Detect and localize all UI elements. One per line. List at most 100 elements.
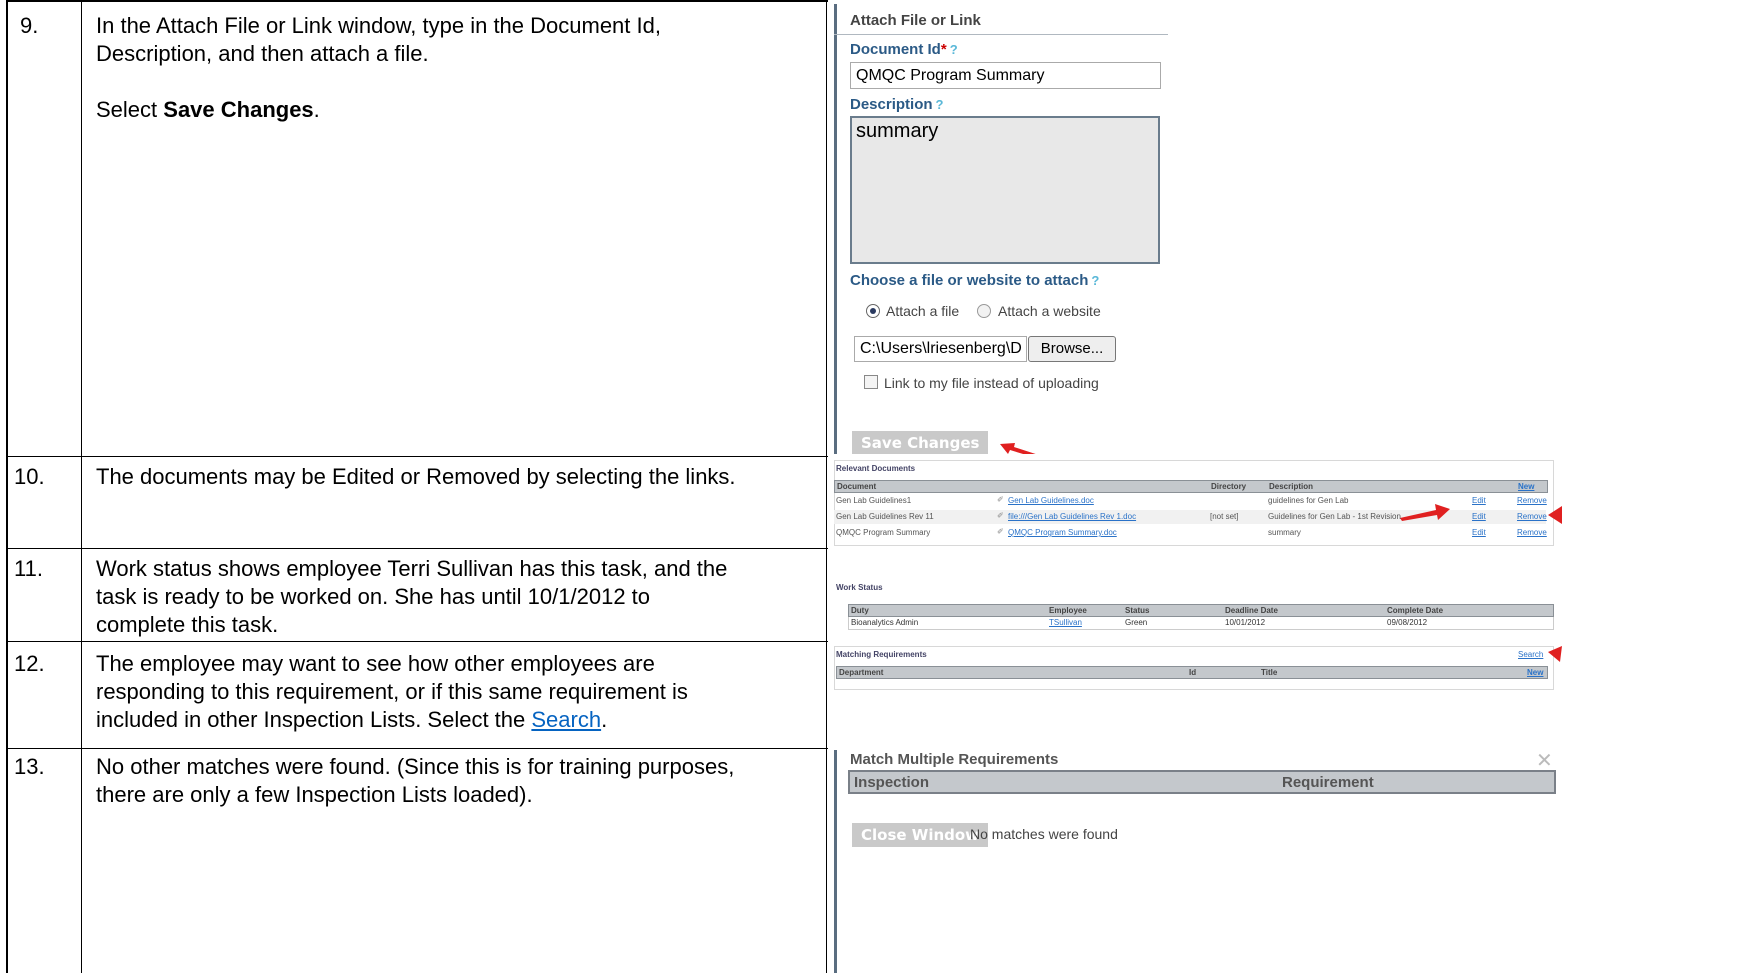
col-title: Title [1261,668,1278,677]
cell-description: Guidelines for Gen Lab - 1st Revision [1268,512,1401,521]
col-deadline: Deadline Date [1225,606,1278,615]
search-link[interactable]: Search [531,707,601,732]
search-link[interactable]: Search [1518,650,1543,659]
paperclip-icon: ✐ [997,495,1004,504]
col-description: Description [1269,482,1314,491]
cell-status: Green [1125,618,1148,627]
radio-file-label: Attach a file [886,303,960,319]
remove-link[interactable]: Remove [1517,528,1547,537]
no-matches-text: No matches were found [970,826,1118,842]
edit-link[interactable]: Edit [1472,512,1486,521]
text-part: Select [96,97,164,122]
col-status: Status [1125,606,1150,615]
file-path-input[interactable]: C:\Users\lriesenberg\D [854,336,1027,362]
cell-document: QMQC Program Summary [836,528,931,537]
file-link[interactable]: file:///Gen Lab Guidelines Rev 1.doc [1008,512,1136,521]
cell-deadline: 10/01/2012 [1225,618,1266,627]
col-requirement: Requirement [1282,774,1374,791]
text-line: included in other Inspection Lists. Sele… [96,706,816,734]
relevant-documents-panel: Relevant Documents Document Directory De… [834,460,1760,546]
panel-title: Work Status [836,583,883,592]
text-part: . [313,97,320,122]
save-changes-button[interactable]: Save Changes [852,431,989,454]
edit-link[interactable]: Edit [1472,528,1486,537]
arrow-icon [1548,646,1562,662]
cell-complete: 09/08/2012 [1387,618,1428,627]
link-checkbox-label: Link to my file instead of uploading [884,375,1099,391]
arrow-icon [1000,443,1036,454]
window-title: Match Multiple Requirements [850,751,1059,768]
step-number: 10. [14,464,45,489]
doc-id-label: Document Id*? [850,41,958,58]
step-text: The documents may be Edited or Removed b… [96,464,736,489]
text-line: complete this task. [96,612,279,637]
panel-title: Matching Requirements [836,650,927,659]
radio-attach-file[interactable] [866,304,880,318]
work-status-panel: Work Status Duty Employee Status Deadlin… [834,580,1760,638]
cell-directory: [not set] [1210,512,1239,521]
table-header: Inspection Requirement [848,770,1556,794]
remove-link[interactable]: Remove [1517,512,1547,521]
match-multiple-requirements-window: Match Multiple Requirements ✕ Inspection… [834,750,1760,973]
col-employee: Employee [1049,606,1087,615]
step-number: 12. [14,651,45,676]
required-mark: * [940,41,947,58]
text-line: Description, and then attach a file. [96,41,429,66]
file-link[interactable]: Gen Lab Guidelines.doc [1008,496,1094,505]
text-line: responding to this requirement, or if th… [96,679,688,704]
doc-id-input[interactable]: QMQC Program Summary [850,62,1161,89]
text-part: included in other Inspection Lists. Sele… [96,707,532,732]
text-line: No other matches were found. (Since this… [96,754,735,779]
step-number: 11. [14,556,43,581]
col-complete: Complete Date [1387,606,1444,615]
step-number: 9. [20,13,39,38]
file-link[interactable]: QMQC Program Summary.doc [1008,528,1117,537]
remove-link[interactable]: Remove [1517,496,1547,505]
matching-requirements-panel: Matching Requirements Search Department … [834,646,1760,690]
close-window-button[interactable]: Close Window [852,823,989,847]
step-number: 13. [14,754,45,779]
text-line: Select Save Changes. [96,96,816,124]
text-line: task is ready to be worked on. She has u… [96,584,651,609]
attach-file-window: Attach File or Link Document Id*? QMQC P… [834,4,1760,454]
step-text: Work status shows employee Terri Sulliva… [96,555,816,639]
help-icon[interactable]: ? [936,97,944,112]
col-id: Id [1189,668,1197,677]
bold-text: Save Changes [163,97,314,122]
cell-description: summary [1268,528,1301,537]
arrow-icon [1548,506,1562,524]
label-text: Choose a file or website to attach [850,272,1089,289]
new-link[interactable]: New [1518,482,1534,491]
cell-duty: Bioanalytics Admin [851,618,919,627]
radio-website-label: Attach a website [998,303,1101,319]
step-text: The employee may want to see how other e… [96,650,816,734]
label-text: Description [850,96,933,113]
panel-title: Relevant Documents [836,464,916,473]
employee-link[interactable]: TSullivan [1049,618,1082,627]
table-row: Bioanalytics Admin TSullivan Green 10/01… [848,617,1554,630]
col-directory: Directory [1211,482,1247,491]
table-row: QMQC Program Summary ✐ QMQC Program Summ… [834,526,1547,540]
link-checkbox[interactable] [864,375,878,389]
col-duty: Duty [851,606,869,615]
description-textarea[interactable]: summary [850,116,1160,264]
text-line: Work status shows employee Terri Sulliva… [96,556,728,581]
table-header: Department Id Title New [836,666,1548,679]
paperclip-icon: ✐ [997,511,1004,520]
cell-document: Gen Lab Guidelines1 [836,496,912,505]
description-label: Description? [850,96,943,113]
help-icon[interactable]: ? [950,42,958,57]
edit-link[interactable]: Edit [1472,496,1486,505]
text-part: . [601,707,608,732]
help-icon[interactable]: ? [1091,273,1099,288]
table-header: Document Directory Description New [834,480,1548,493]
radio-attach-website[interactable] [977,304,991,318]
cell-document: Gen Lab Guidelines Rev 11 [836,512,934,521]
step-text: In the Attach File or Link window, type … [96,12,816,124]
text-line: there are only a few Inspection Lists lo… [96,782,533,807]
step-text: No other matches were found. (Since this… [96,753,816,809]
text-line: In the Attach File or Link window, type … [96,13,661,38]
browse-button[interactable]: Browse... [1028,336,1116,362]
new-link[interactable]: New [1527,668,1543,677]
window-title: Attach File or Link [850,12,981,29]
